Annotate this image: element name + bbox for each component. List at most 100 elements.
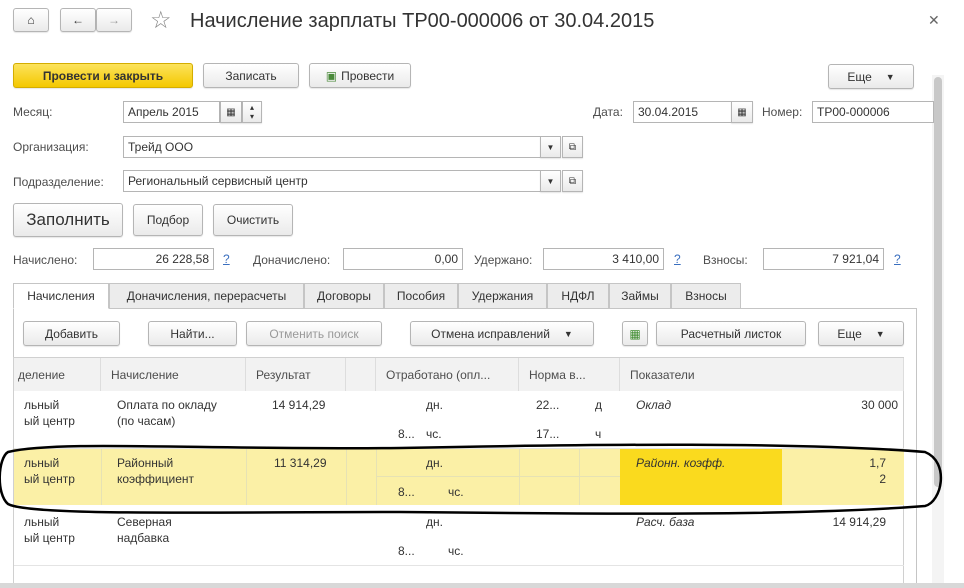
org-label: Организация:	[13, 140, 89, 154]
accrual-cell-2: (по часам)	[117, 414, 176, 428]
post-button[interactable]: ▣ Провести	[309, 63, 411, 88]
cancel-fixes-button[interactable]: Отмена исправлений ▼	[410, 321, 594, 346]
caret-down-icon: ▼	[875, 328, 885, 339]
arrow-left-icon: ←	[72, 13, 84, 27]
withheld-help-link[interactable]: ?	[674, 252, 681, 266]
caret-down-icon: ▼	[563, 328, 573, 339]
dept-label: Подразделение:	[13, 175, 104, 189]
extra-field: 0,00	[343, 248, 463, 270]
more-button[interactable]: Еще ▼	[828, 64, 914, 89]
window-title: Начисление зарплаты ТР00-000006 от 30.04…	[190, 10, 655, 32]
extra-label: Доначислено:	[253, 253, 331, 267]
cancel-search-button[interactable]: Отменить поиск	[246, 321, 382, 346]
more-label: Еще	[847, 69, 872, 84]
back-button[interactable]: ←	[60, 8, 96, 32]
scrollbar-thumb[interactable]	[934, 77, 942, 487]
dept-value: Региональный сервисный центр	[128, 174, 308, 188]
save-button[interactable]: Записать	[203, 63, 299, 88]
accrued-label: Начислено:	[13, 253, 78, 267]
dept-cell-2: ый центр	[24, 531, 75, 545]
accrued-field: 26 228,58	[93, 248, 214, 270]
number-value: ТР00-000006	[817, 105, 890, 119]
withheld-value: 3 410,00	[612, 252, 659, 266]
favorite-star-icon[interactable]: ☆	[150, 6, 172, 35]
hours-cell: 8...	[398, 544, 415, 558]
extra-value: 0,00	[434, 252, 458, 266]
indicator-value: 30 000	[861, 398, 898, 412]
caret-down-icon: ▼	[885, 71, 895, 82]
tab-withholdings[interactable]: Удержания	[458, 283, 547, 309]
fill-button[interactable]: Заполнить	[13, 203, 123, 237]
contrib-field: 7 921,04	[763, 248, 884, 270]
home-button[interactable]: ⌂	[13, 8, 49, 32]
org-field[interactable]: Трейд ООО	[123, 136, 541, 158]
table-more-label: Еще	[837, 326, 862, 341]
close-icon[interactable]: ✕	[928, 12, 940, 29]
contrib-help-link[interactable]: ?	[894, 252, 901, 266]
org-dropdown-icon[interactable]: ▼	[540, 136, 561, 158]
org-open-icon[interactable]: ⧉	[562, 136, 583, 158]
accrual-cell: Оплата по окладу	[117, 398, 217, 412]
month-stepper[interactable]: ▴ ▾	[242, 101, 262, 123]
contrib-label: Взносы:	[703, 253, 748, 267]
indicators-icon[interactable]: ▦	[622, 321, 648, 346]
payslip-button[interactable]: Расчетный листок	[656, 321, 806, 346]
withheld-field: 3 410,00	[543, 248, 664, 270]
tab-extra-accruals[interactable]: Доначисления, перерасчеты	[109, 283, 304, 309]
dept-cell: льный	[24, 398, 60, 412]
home-icon: ⌂	[27, 13, 35, 27]
hours-unit: чс.	[448, 544, 464, 558]
tab-accruals[interactable]: Начисления	[13, 283, 109, 309]
col-header-worked[interactable]: Отработано (опл...	[376, 358, 519, 391]
number-field[interactable]: ТР00-000006	[812, 101, 934, 123]
days-unit: дн.	[426, 398, 443, 412]
tab-loans[interactable]: Займы	[609, 283, 671, 309]
month-field[interactable]: Апрель 2015	[123, 101, 220, 123]
month-label: Месяц:	[13, 105, 53, 119]
post-label: Провести	[341, 68, 395, 83]
contrib-value: 7 921,04	[832, 252, 879, 266]
arrow-right-icon: →	[108, 13, 120, 27]
find-button[interactable]: Найти...	[148, 321, 237, 346]
tab-benefits[interactable]: Пособия	[384, 283, 458, 309]
accrued-help-link[interactable]: ?	[223, 252, 230, 266]
cancel-fixes-label: Отмена исправлений	[431, 326, 550, 341]
col-header-dept[interactable]: деление	[14, 358, 101, 391]
norm-days-unit: д	[595, 398, 603, 412]
tab-ndfl[interactable]: НДФЛ	[547, 283, 609, 309]
dept-open-icon[interactable]: ⧉	[562, 170, 583, 192]
accrual-cell-2: надбавка	[117, 531, 170, 545]
norm-days-cell: 22...	[536, 398, 560, 412]
dept-cell-2: ый центр	[24, 414, 75, 428]
tab-contributions[interactable]: Взносы	[671, 283, 741, 309]
calendar-icon[interactable]: ▦	[220, 101, 242, 123]
month-value: Апрель 2015	[128, 105, 199, 119]
tab-contracts[interactable]: Договоры	[304, 283, 384, 309]
date-calendar-icon[interactable]: ▦	[731, 101, 753, 123]
date-field[interactable]: 30.04.2015	[633, 101, 733, 123]
clear-button[interactable]: Очистить	[213, 204, 293, 236]
col-header-blank[interactable]	[346, 358, 376, 391]
date-value: 30.04.2015	[638, 105, 699, 119]
org-value: Трейд ООО	[128, 140, 194, 154]
accrued-value: 26 228,58	[155, 252, 209, 266]
date-label: Дата:	[593, 105, 623, 119]
dept-field[interactable]: Региональный сервисный центр	[123, 170, 541, 192]
col-header-accrual[interactable]: Начисление	[101, 358, 246, 391]
table-more-button[interactable]: Еще ▼	[818, 321, 904, 346]
highlight-ellipse	[0, 443, 942, 515]
col-header-norm[interactable]: Норма в...	[519, 358, 620, 391]
post-and-close-button[interactable]: Провести и закрыть	[13, 63, 193, 88]
forward-button[interactable]: →	[96, 8, 132, 32]
add-button[interactable]: Добавить	[23, 321, 120, 346]
bottom-border	[0, 583, 964, 588]
result-cell: 14 914,29	[272, 398, 326, 412]
withheld-label: Удержано:	[474, 253, 533, 267]
post-icon: ▣	[325, 68, 338, 83]
number-label: Номер:	[762, 105, 803, 119]
indicator-name: Оклад	[636, 398, 672, 412]
select-button[interactable]: Подбор	[133, 204, 203, 236]
col-header-indicators[interactable]: Показатели	[620, 358, 904, 391]
dept-dropdown-icon[interactable]: ▼	[540, 170, 561, 192]
col-header-result[interactable]: Результат	[246, 358, 346, 391]
